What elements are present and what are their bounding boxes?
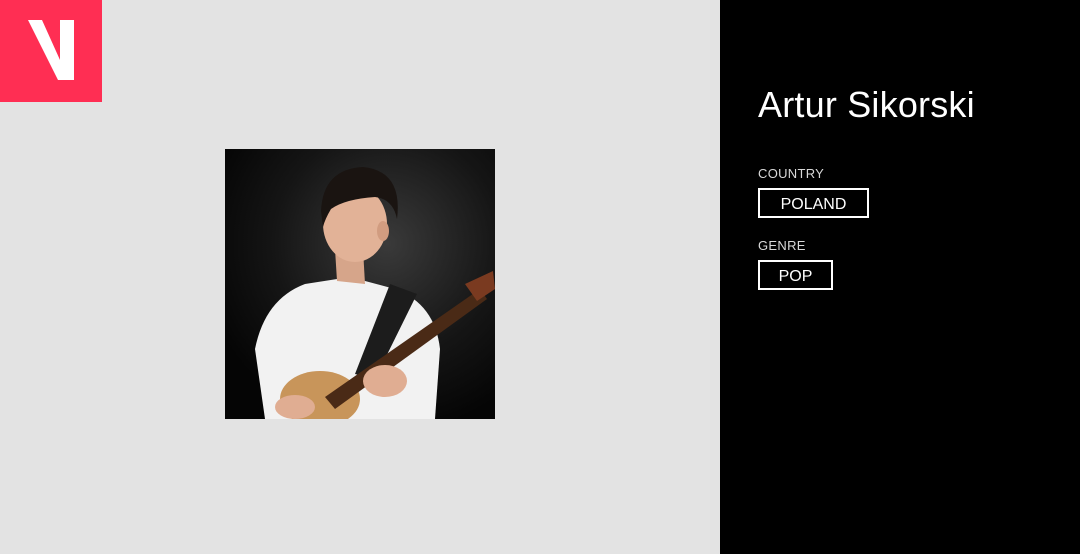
artist-name: Artur Sikorski xyxy=(758,84,975,125)
country-tag[interactable]: POLAND xyxy=(758,188,869,218)
country-label: COUNTRY xyxy=(758,166,825,181)
left-panel xyxy=(0,0,720,554)
genre-tag[interactable]: POP xyxy=(758,260,833,290)
genre-label: GENRE xyxy=(758,238,806,253)
artist-page: Artur Sikorski COUNTRY POLAND GENRE POP xyxy=(0,0,1080,554)
v-logo-icon[interactable] xyxy=(0,0,102,102)
right-panel: Artur Sikorski COUNTRY POLAND GENRE POP xyxy=(720,0,1080,554)
artist-photo xyxy=(225,149,495,419)
